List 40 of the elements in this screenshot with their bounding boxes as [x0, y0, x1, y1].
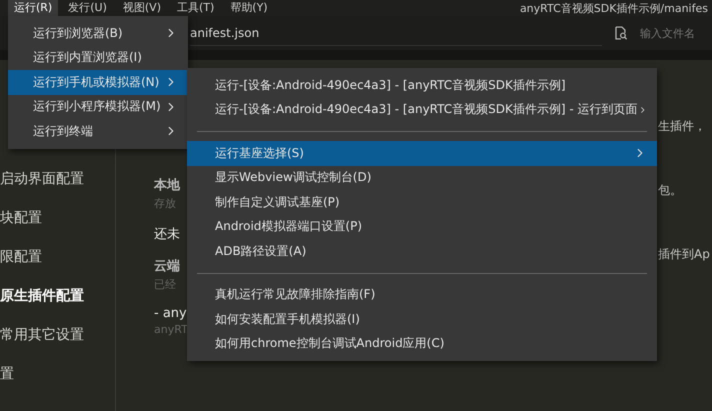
sidebar-item[interactable]: 常用其它设置	[0, 326, 115, 344]
menu-item[interactable]: 如何用chrome控制台调试Android应用(C)	[187, 332, 657, 356]
sidebar-item[interactable]: 块配置	[0, 209, 115, 227]
menu-item[interactable]: 如何安装配置手机模拟器(I)	[187, 307, 657, 332]
content-text: 存放	[154, 196, 177, 211]
menu-item[interactable]: 运行到小程序模拟器(M)	[8, 94, 188, 119]
file-path: anifest.json	[190, 20, 602, 46]
menu-item[interactable]: 运行-[设备:Android-490ec4a3] - [anyRTC音视频SDK插件示例] - 运行到页面	[187, 98, 657, 122]
content-text: - any	[154, 306, 188, 321]
menu-item[interactable]: 显示Webview调试控制台(D)	[187, 166, 657, 190]
menu-item[interactable]: 制作自定义调试基座(P)	[187, 190, 657, 214]
sidebar-item[interactable]: 启动界面配置	[0, 170, 115, 188]
menu-item[interactable]: 运行-[设备:Android-490ec4a3] - [anyRTC音视频SDK插件示例]	[187, 73, 657, 98]
sidebar-item[interactable]: 原生插件配置	[0, 287, 115, 305]
search-icon[interactable]	[614, 26, 628, 40]
content-text: 生插件，	[658, 118, 707, 134]
window-title: anyRTC音视频SDK插件示例/manifes	[520, 0, 709, 16]
menu-bar-item[interactable]: 发行(U)	[62, 0, 113, 16]
menu-bar-item[interactable]: 帮助(Y)	[224, 0, 274, 16]
sidebar-item[interactable]: 限配置	[0, 248, 115, 266]
menu-item[interactable]: 运行到内置浏览器(I)	[8, 46, 188, 70]
content-text: 还未	[154, 226, 181, 243]
menu-item[interactable]: 运行到终端	[8, 119, 188, 144]
content-text: 已经	[154, 277, 177, 292]
content-text: 包。	[658, 182, 683, 198]
menu-item[interactable]: 真机运行常见故障排除指南(F)	[187, 282, 657, 307]
content-text: 插件到Ap	[658, 246, 711, 262]
menu-item[interactable]: 运行到浏览器(B)	[8, 21, 188, 46]
menu-bar-item[interactable]: 运行(R)	[8, 0, 58, 16]
content-text: 本地	[154, 177, 182, 194]
content-text: anyRT	[154, 323, 188, 336]
menu-item[interactable]: ADB路径设置(A)	[187, 239, 657, 264]
search-field[interactable]: 输入文件名	[638, 26, 712, 40]
menu-item[interactable]: Android模拟器端口设置(P)	[187, 214, 657, 239]
menu-bar-item[interactable]: 视图(V)	[116, 0, 167, 16]
content-text: 云端	[154, 258, 181, 275]
menu-item[interactable]: 运行到手机或模拟器(N)	[8, 70, 188, 94]
sidebar-item[interactable]: 置	[0, 365, 115, 383]
menu-bar-item[interactable]: 工具(T)	[170, 0, 220, 16]
menu-item[interactable]: 运行基座选择(S)	[187, 141, 657, 166]
